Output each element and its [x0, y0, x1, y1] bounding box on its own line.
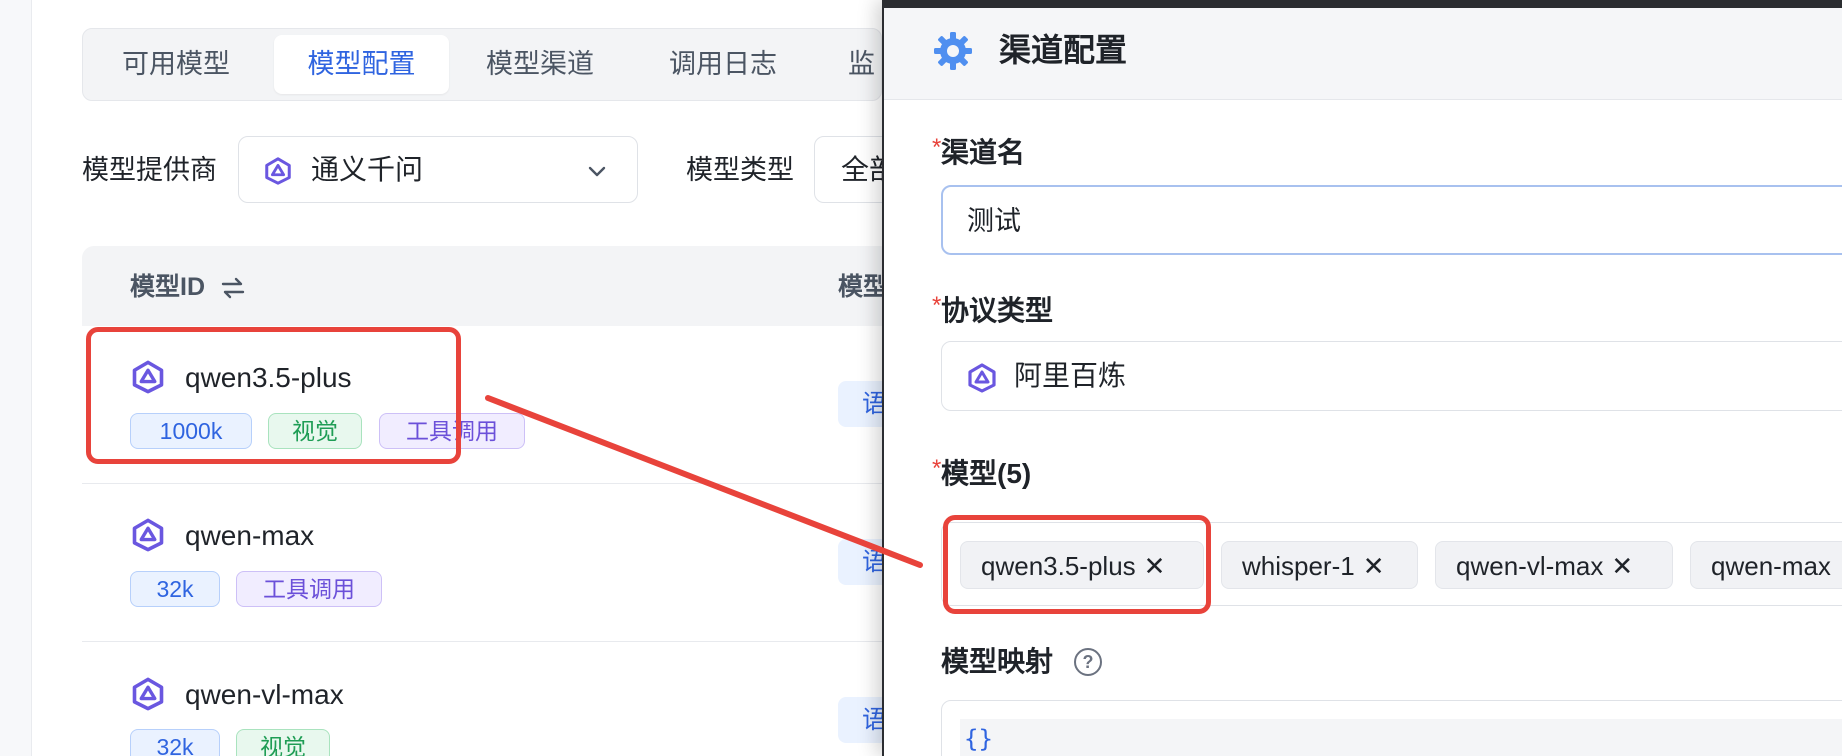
channel-name-input[interactable]: 测试 [941, 185, 1842, 255]
required-asterisk: * [932, 292, 942, 319]
tab-model-channels[interactable]: 模型渠道 [465, 35, 615, 94]
qwen-logo-icon [132, 677, 164, 711]
qwen-logo-icon [132, 518, 164, 552]
provider-select-value: 通义千问 [311, 154, 424, 185]
column-header-model-id[interactable]: 模型ID [130, 272, 246, 302]
tab-model-config[interactable]: 模型配置 [274, 35, 449, 94]
model-chip-label: qwen-vl-max [1456, 551, 1604, 581]
drawer-header: 渠道配置 [884, 8, 1842, 100]
provider-filter-label: 模型提供商 [82, 155, 217, 185]
column-header-model-id-label: 模型ID [130, 273, 206, 301]
column-header-model-type: 模型 [838, 273, 889, 301]
tab-available-models[interactable]: 可用模型 [101, 35, 251, 94]
close-icon[interactable]: ✕ [1363, 542, 1385, 590]
channel-name-value: 测试 [967, 206, 1021, 236]
model-chip-label: qwen-max [1711, 551, 1831, 581]
protocol-type-value: 阿里百炼 [1014, 360, 1127, 391]
left-sidebar-edge [0, 0, 32, 756]
model-name: qwen-max [185, 520, 315, 551]
bailian-logo-icon [968, 363, 996, 393]
models-label: 模型(5) [941, 458, 1032, 489]
required-asterisk: * [932, 134, 942, 161]
model-mapping-editor[interactable]: {} [941, 700, 1842, 756]
channel-config-drawer: 渠道配置 * 渠道名 测试 * 协议类型 阿里百炼 * 模型(5) qwen3.… [882, 0, 1842, 756]
qwen-logo-icon [265, 157, 291, 185]
highlight-box-model-chip [943, 515, 1211, 614]
type-filter-label: 模型类型 [686, 155, 794, 185]
tab-bar: 可用模型 模型配置 模型渠道 调用日志 监 [82, 28, 882, 101]
model-chip-label: whisper-1 [1242, 551, 1355, 581]
row-divider [82, 641, 892, 642]
required-asterisk: * [932, 455, 942, 482]
help-icon[interactable]: ? [1074, 648, 1102, 676]
model-chip: whisper-1 ✕ [1221, 541, 1418, 589]
table-header: 模型ID 模型 [82, 246, 892, 326]
model-name: qwen-vl-max [185, 679, 344, 710]
row-divider [82, 483, 892, 484]
model-mapping-label: 模型映射 [941, 646, 1054, 677]
context-tag: 32k [130, 571, 220, 607]
gear-icon [934, 32, 972, 70]
protocol-type-select[interactable]: 阿里百炼 [941, 341, 1842, 411]
close-icon[interactable]: ✕ [1611, 542, 1633, 590]
tool-call-tag: 工具调用 [236, 571, 382, 607]
model-chip: qwen-vl-max ✕ [1435, 541, 1673, 589]
model-chip: qwen-max [1690, 541, 1842, 589]
context-tag: 32k [130, 729, 220, 756]
highlight-box-model-row [86, 327, 461, 464]
provider-select[interactable]: 通义千问 [238, 136, 638, 203]
chevron-down-icon [588, 166, 606, 177]
window-top-bar [884, 0, 1842, 8]
model-mapping-value: {} [964, 725, 993, 753]
vision-tag: 视觉 [236, 729, 330, 756]
channel-name-label: 渠道名 [941, 137, 1026, 168]
drawer-title: 渠道配置 [999, 32, 1128, 68]
sort-swap-icon[interactable] [220, 277, 246, 299]
tab-call-logs[interactable]: 调用日志 [648, 35, 798, 94]
code-editor-line [960, 719, 1842, 756]
protocol-type-label: 协议类型 [941, 295, 1054, 326]
